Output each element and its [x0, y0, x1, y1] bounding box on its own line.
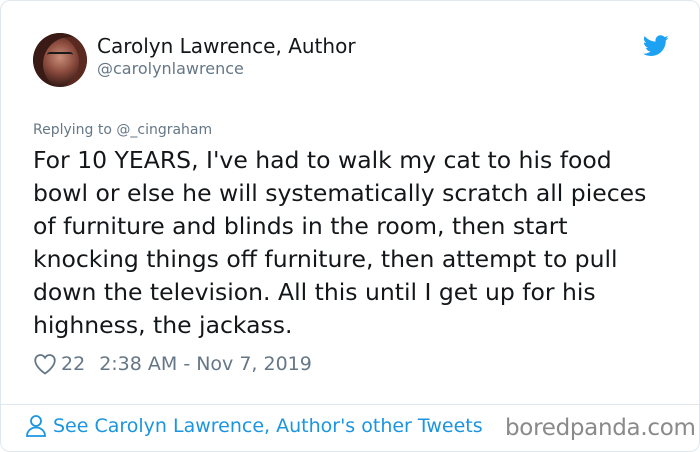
see-other-tweets-link[interactable]: See Carolyn Lawrence, Author's other Twe…: [25, 414, 483, 438]
footer-divider: [1, 404, 699, 405]
tweet-timestamp[interactable]: 2:38 AM - Nov 7, 2019: [99, 353, 312, 375]
avatar[interactable]: [33, 33, 87, 87]
like-count: 22: [61, 353, 86, 375]
author-display-name[interactable]: Carolyn Lawrence, Author: [97, 34, 356, 58]
tweet-meta: 22 2:38 AM - Nov 7, 2019: [33, 351, 312, 377]
tweet-card: Carolyn Lawrence, Author @carolynlawrenc…: [0, 0, 700, 452]
twitter-bird-icon[interactable]: [643, 35, 669, 57]
author-handle[interactable]: @carolynlawrence: [97, 59, 244, 78]
person-icon: [26, 415, 46, 437]
see-other-tweets-label: See Carolyn Lawrence, Author's other Twe…: [53, 415, 483, 437]
tweet-body: For 10 YEARS, I've had to walk my cat to…: [33, 146, 647, 339]
avatar-glasses: [47, 52, 73, 62]
heart-icon[interactable]: [33, 353, 57, 375]
boredpanda-watermark: boredpanda.com: [505, 415, 696, 441]
replying-to-label[interactable]: Replying to @_cingraham: [33, 122, 212, 138]
